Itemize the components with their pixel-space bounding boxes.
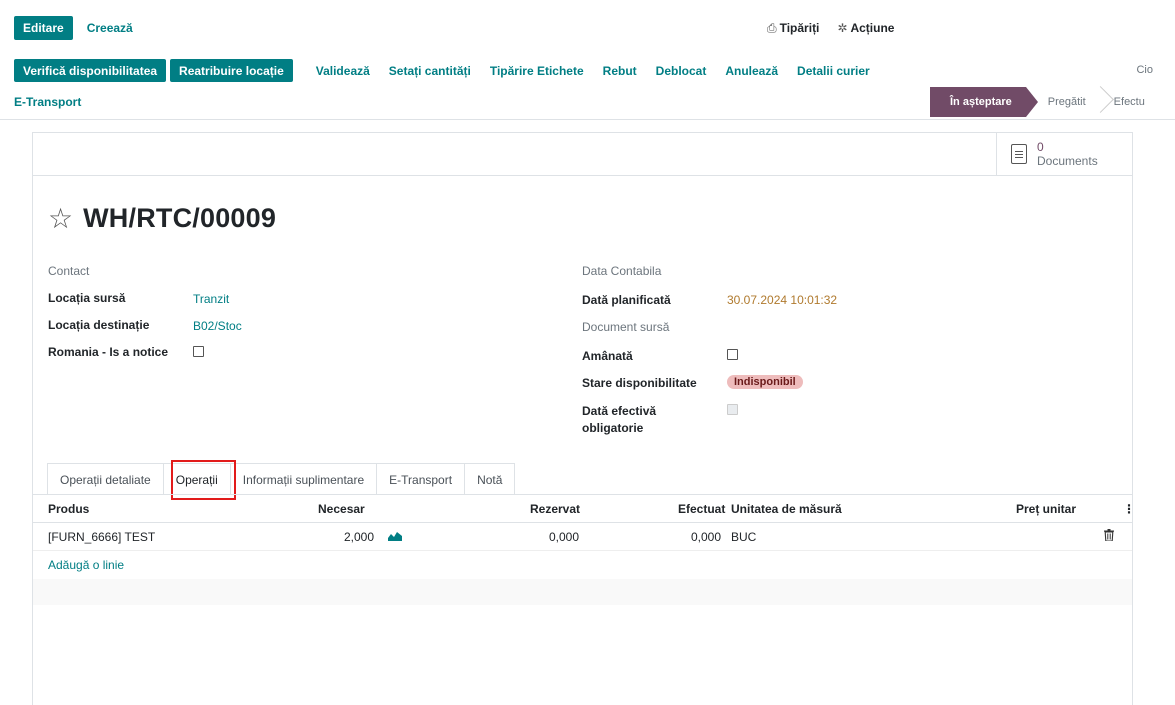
- row-product: [FURN_6666] TEST: [48, 529, 156, 544]
- button-box: 0 Documents: [33, 133, 1132, 176]
- accounting-date-label: Data Contabila: [582, 264, 662, 278]
- print-label: Tipăriți: [779, 21, 820, 35]
- check-availability-button[interactable]: Verifică disponibilitatea: [14, 59, 167, 82]
- cio-button[interactable]: Cio: [1136, 64, 1153, 76]
- documents-label: Documents: [1037, 153, 1098, 168]
- form-sheet: 0 Documents ☆ WH/RTC/00009 Contact Locaț…: [32, 132, 1135, 705]
- col-product[interactable]: Produs: [48, 502, 89, 516]
- unlock-button[interactable]: Deblocat: [656, 64, 707, 78]
- record-title: WH/RTC/00009: [83, 203, 277, 233]
- row-uom: BUC: [731, 529, 757, 544]
- col-uom[interactable]: Unitatea de măsură: [731, 502, 842, 516]
- document-icon: [1011, 144, 1027, 164]
- action-menu[interactable]: ✲ Acțiune: [837, 21, 894, 36]
- gear-icon: ✲: [837, 21, 848, 35]
- row-done: 0,000: [691, 529, 722, 544]
- col-unit-price[interactable]: Preț unitar: [1016, 502, 1076, 516]
- empty-row: [33, 579, 1132, 605]
- create-button[interactable]: Creează: [87, 21, 133, 35]
- table-row[interactable]: [FURN_6666] TEST 2,000 0,000 0,000 BUC: [33, 523, 1132, 551]
- source-location-label: Locația sursă: [48, 291, 126, 305]
- set-quantities-button[interactable]: Setați cantități: [389, 64, 471, 78]
- header-buttons: Verifică disponibilitatea Reatribuire lo…: [14, 59, 870, 82]
- notebook-tabs: Operații detaliate Operații Informații s…: [47, 463, 516, 495]
- effective-date-label: Dată efectivă obligatorie: [582, 404, 657, 435]
- status-bar: În așteptare Pregătit Efectu: [930, 87, 1157, 117]
- print-labels-button[interactable]: Tipărire Etichete: [490, 64, 584, 78]
- validate-button[interactable]: Validează: [316, 64, 370, 78]
- main-buttons: Editare Creează: [14, 16, 133, 40]
- scheduled-date-label: Dată planificată: [582, 293, 671, 307]
- availability-badge: Indisponibil: [727, 374, 803, 389]
- etransport-button[interactable]: E-Transport: [14, 95, 81, 109]
- source-location-value[interactable]: Tranzit: [193, 292, 229, 306]
- stage-waiting[interactable]: În așteptare: [930, 87, 1038, 117]
- scheduled-date-value[interactable]: 30.07.2024 10:01:32: [727, 293, 837, 307]
- postponed-label: Amânată: [582, 349, 633, 363]
- area-chart-icon[interactable]: [388, 530, 402, 544]
- operations-table: Produs Necesar Rezervat Efectuat Unitate…: [33, 495, 1135, 605]
- stage-done[interactable]: Efectu: [1106, 87, 1157, 117]
- scrap-button[interactable]: Rebut: [603, 64, 637, 78]
- cancel-button[interactable]: Anulează: [725, 64, 778, 78]
- title-row: ☆ WH/RTC/00009: [48, 203, 276, 234]
- destination-location-value[interactable]: B02/Stoc: [193, 319, 242, 333]
- availability-value: Indisponibil: [727, 375, 803, 389]
- col-done[interactable]: Efectuat: [678, 502, 725, 516]
- col-reserved[interactable]: Rezervat: [530, 502, 580, 516]
- availability-label: Stare disponibilitate: [582, 376, 697, 390]
- documents-count: 0: [1037, 139, 1044, 154]
- star-icon[interactable]: ☆: [48, 204, 73, 233]
- tab-detailed-operations[interactable]: Operații detaliate: [47, 463, 164, 495]
- trash-icon[interactable]: [1104, 529, 1114, 544]
- notice-checkbox[interactable]: [193, 346, 204, 360]
- courier-details-button[interactable]: Detalii curier: [797, 64, 870, 78]
- edit-button[interactable]: Editare: [14, 16, 73, 40]
- tab-additional-info[interactable]: Informații suplimentare: [229, 463, 378, 495]
- action-label: Acțiune: [850, 21, 895, 35]
- action-menus: ⎙ Tipăriți ✲ Acțiune: [767, 21, 894, 36]
- row-reserved: 0,000: [549, 529, 580, 544]
- destination-location-label: Locația destinație: [48, 318, 150, 332]
- postponed-checkbox[interactable]: [727, 349, 738, 363]
- row-demand: 2,000: [344, 529, 375, 544]
- contact-label: Contact: [48, 264, 90, 278]
- tab-note[interactable]: Notă: [464, 463, 516, 495]
- tab-etransport[interactable]: E-Transport: [376, 463, 466, 495]
- stage-ready[interactable]: Pregătit: [1026, 87, 1106, 117]
- documents-smart-button[interactable]: 0 Documents: [996, 133, 1132, 175]
- print-icon: ⎙: [767, 21, 777, 35]
- table-header: Produs Necesar Rezervat Efectuat Unitate…: [33, 495, 1135, 523]
- vertical-dots-icon[interactable]: ⋮: [1123, 502, 1135, 516]
- add-line-link[interactable]: Adăugă o linie: [33, 551, 1132, 579]
- control-panel: Editare Creează ⎙ Tipăriți ✲ Acțiune Verif…: [0, 0, 1175, 120]
- reassign-location-button[interactable]: Reatribuire locație: [170, 59, 293, 82]
- col-demand[interactable]: Necesar: [318, 502, 365, 516]
- notice-label: Romania - Is a notice: [48, 345, 169, 359]
- print-menu[interactable]: ⎙ Tipăriți: [767, 21, 819, 36]
- effective-date-checkbox: [727, 404, 738, 418]
- source-document-label: Document sursă: [582, 320, 670, 334]
